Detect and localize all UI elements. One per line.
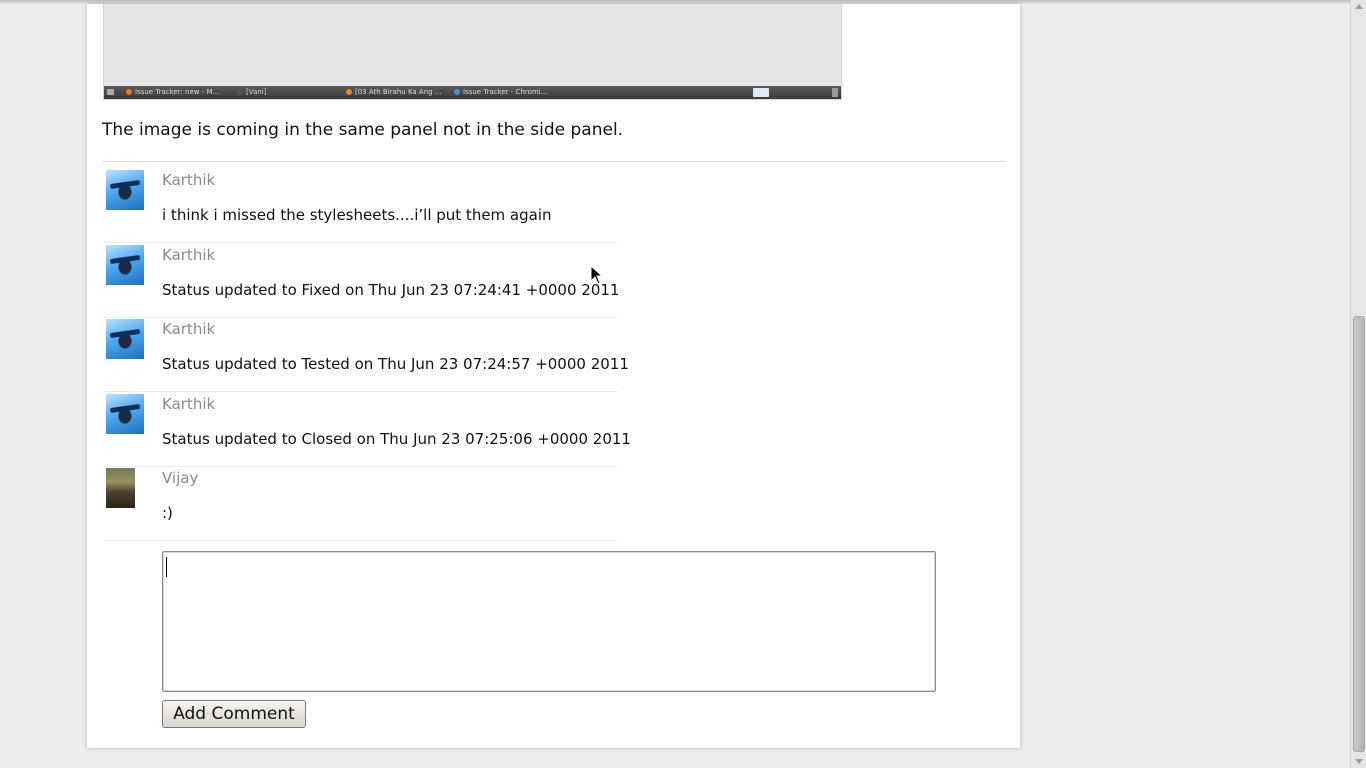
terminal-icon: [237, 89, 243, 95]
comment-text: Status updated to Fixed on Thu Jun 23 07…: [162, 281, 620, 299]
music-player-icon: [346, 89, 352, 95]
comment-textarea[interactable]: [162, 551, 936, 692]
attached-screenshot-image: Issue Tracker: new - M... [Vani] [03 Ath…: [103, 4, 842, 100]
comment-author[interactable]: Vijay: [162, 469, 198, 487]
avatar: [106, 170, 144, 210]
comment-item: Karthik Status updated to Tested on Thu …: [104, 317, 629, 392]
comment-item: Karthik Status updated to Fixed on Thu J…: [104, 243, 620, 318]
issue-page: Issue Tracker: new - M... [Vani] [03 Ath…: [87, 4, 1020, 748]
text-caret: [166, 557, 167, 577]
comment-item: Karthik Status updated to Closed on Thu …: [104, 392, 631, 467]
comment-author[interactable]: Karthik: [162, 246, 215, 264]
scrollbar-thumb[interactable]: [1353, 316, 1365, 752]
issue-description: The image is coming in the same panel no…: [102, 120, 624, 140]
taskbar-item: [03 Ath Birahu Ka Ang ...: [346, 88, 446, 97]
taskbar-item: [Vani]: [237, 88, 337, 97]
screenshot-taskbar: Issue Tracker: new - M... [Vani] [03 Ath…: [104, 86, 841, 99]
taskbar-item: Issue Tracker - Chromi...: [454, 88, 554, 97]
add-comment-button[interactable]: Add Comment: [162, 700, 306, 728]
scroll-up-arrow-icon[interactable]: [1355, 4, 1363, 9]
comment-text: Status updated to Closed on Thu Jun 23 0…: [162, 430, 631, 448]
comment-author[interactable]: Karthik: [162, 320, 215, 338]
avatar: [106, 319, 144, 359]
tray-icon: [753, 88, 769, 97]
mouse-pointer-icon: [590, 265, 604, 285]
scroll-down-arrow-icon[interactable]: [1355, 759, 1363, 764]
vertical-scrollbar[interactable]: [1350, 0, 1366, 768]
comment-author[interactable]: Karthik: [162, 171, 215, 189]
firefox-icon: [126, 89, 132, 95]
divider: [102, 161, 1006, 162]
comment-item: Vijay :): [104, 466, 617, 541]
trash-icon: [832, 88, 838, 97]
avatar: [106, 468, 135, 508]
taskbar-item: Issue Tracker: new - M...: [126, 88, 226, 97]
comment-text: i think i missed the stylesheets....i’ll…: [162, 206, 552, 224]
comment-item: Karthik i think i missed the stylesheets…: [104, 168, 617, 243]
comment-author[interactable]: Karthik: [162, 395, 215, 413]
avatar: [106, 245, 144, 285]
avatar: [106, 394, 144, 434]
comment-text: :): [162, 504, 173, 522]
chromium-icon: [454, 89, 460, 95]
show-desktop-icon: [107, 89, 114, 95]
comment-text: Status updated to Tested on Thu Jun 23 0…: [162, 355, 629, 373]
